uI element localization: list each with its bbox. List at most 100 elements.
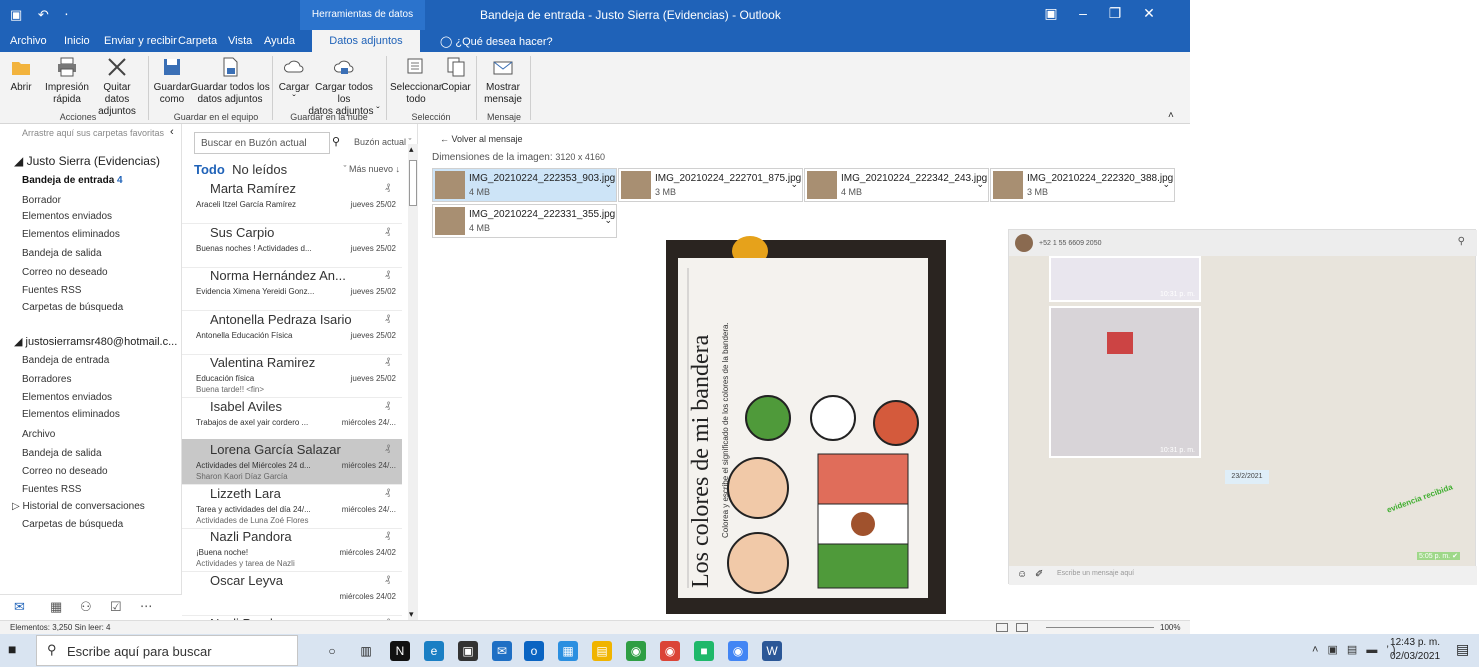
tab-enviar-recibir[interactable]: Enviar y recibir — [104, 35, 177, 47]
mail-icon[interactable]: ✉ — [492, 641, 512, 661]
collapse-ribbon-button[interactable]: ˄ — [1168, 110, 1174, 121]
sidebar-item-a2-historial[interactable]: ▷ Historial de conversaciones — [12, 501, 145, 512]
taskbar-search-input[interactable]: ⚲ Escribe aquí para buscar — [36, 635, 298, 666]
minimize-button[interactable]: – — [1068, 5, 1098, 21]
sidebar-item-rss[interactable]: Fuentes RSS — [22, 285, 81, 296]
tab-inicio[interactable]: Inicio — [64, 35, 90, 47]
filter-todo[interactable]: Todo — [194, 162, 225, 177]
sidebar-item-enviados[interactable]: Elementos enviados — [22, 211, 112, 222]
tab-ayuda[interactable]: Ayuda — [264, 35, 295, 47]
taskbar-clock[interactable]: 12:43 p. m. 02/03/2021 — [1390, 636, 1440, 664]
cortana-icon[interactable]: ○ — [322, 641, 342, 661]
image-message[interactable]: 10:31 p. m. — [1049, 256, 1201, 302]
sidebar-item-a2-inbox[interactable]: Bandeja de entrada — [22, 355, 109, 366]
attachment-item[interactable]: IMG_20210224_222353_903.jpg 4 MB ⌄ — [432, 168, 617, 202]
sidebar-item-a2-busqueda[interactable]: Carpetas de búsqueda — [22, 519, 123, 530]
filter-no-leidos[interactable]: No leídos — [232, 162, 287, 177]
scrollbar-thumb[interactable] — [409, 160, 417, 206]
save-all-attachments-button[interactable]: Guardar todos los datos adjuntos — [190, 56, 270, 106]
remove-attachments-button[interactable]: Quitar datos adjuntos — [90, 56, 144, 118]
sidebar-item-a2-no-deseado[interactable]: Correo no deseado — [22, 466, 108, 477]
upload-all-button[interactable]: Cargar todos los datos adjuntos ˇ — [308, 56, 380, 118]
attach-icon[interactable]: ✐ — [1035, 569, 1043, 580]
message-row[interactable]: Nazli Pandora ₰ ¡Buena noche! miércoles 24/… — [182, 526, 402, 572]
sidebar-item-a2-eliminados[interactable]: Elementos eliminados — [22, 409, 120, 420]
sidebar-item-a2-salida[interactable]: Bandeja de salida — [22, 448, 102, 459]
image-message[interactable]: 10:31 p. m. — [1049, 306, 1201, 458]
green-app-icon[interactable]: ■ — [694, 641, 714, 661]
files-icon[interactable]: ▤ — [592, 641, 612, 661]
chrome-icon[interactable]: ◉ — [626, 641, 646, 661]
message-row[interactable]: Oscar Leyva ₰ miércoles 24/02 — [182, 570, 402, 616]
tab-carpeta[interactable]: Carpeta — [178, 35, 217, 47]
message-row[interactable]: Lizzeth Lara ₰ Tarea y actividades del día… — [182, 483, 402, 529]
upload-button[interactable]: Cargar ˇ — [276, 56, 312, 106]
sidebar-item-no-deseado[interactable]: Correo no deseado — [22, 267, 108, 278]
outlook-icon[interactable]: o — [524, 641, 544, 661]
search-input[interactable]: Buscar en Buzón actual — [194, 132, 330, 154]
sort-dropdown[interactable]: ˇ Más nuevo ↓ — [343, 164, 400, 174]
sidebar-item-a2-enviados[interactable]: Elementos enviados — [22, 392, 112, 403]
attachment-item[interactable]: IMG_20210224_222320_388.jpg 3 MB ⌄ — [990, 168, 1175, 202]
search-scope-dropdown[interactable]: Buzón actual ˇ — [354, 137, 412, 147]
scroll-up-icon[interactable]: ▴ — [409, 144, 414, 155]
maximize-button[interactable]: ❐ — [1100, 5, 1130, 22]
task-view-icon[interactable]: ▥ — [356, 641, 376, 661]
message-row[interactable]: Lorena García Salazar ₰ Actividades del Mi… — [182, 439, 402, 485]
message-row[interactable]: Isabel Aviles ₰ Trabajos de axel yair cord… — [182, 396, 402, 442]
avatar[interactable] — [1015, 234, 1033, 252]
tasks-icon[interactable]: ☑ — [110, 599, 122, 615]
chevron-down-icon[interactable]: ⌄ — [604, 215, 612, 226]
copy-button[interactable]: Copiar — [440, 56, 472, 94]
message-row[interactable]: Norma Hernández An... ₰ Evidencia Ximena Y… — [182, 265, 402, 311]
store-icon[interactable]: ▣ — [458, 641, 478, 661]
people-icon[interactable]: ⚇ — [80, 599, 92, 615]
emoji-icon[interactable]: ☺ — [1017, 569, 1027, 580]
sidebar-item-busqueda[interactable]: Carpetas de búsqueda — [22, 302, 123, 313]
chevron-down-icon[interactable]: ⌄ — [1162, 179, 1170, 190]
netflix-icon[interactable]: N — [390, 641, 410, 661]
tab-archivo[interactable]: Archivo — [10, 35, 47, 47]
close-button[interactable]: ✕ — [1134, 5, 1164, 22]
system-tray-icons[interactable]: ˄ ▣ ▤ ▬ ’) — [1312, 643, 1399, 656]
open-button[interactable]: Abrir — [6, 56, 36, 94]
message-row[interactable]: Valentina Ramirez ₰ Educación física jueves… — [182, 352, 402, 398]
edge-icon[interactable]: e — [424, 641, 444, 661]
chevron-down-icon[interactable]: ⌄ — [976, 179, 984, 190]
sidebar-item-inbox[interactable]: Bandeja de entrada 4 — [22, 175, 123, 186]
word-icon[interactable]: W — [762, 641, 782, 661]
notification-icon[interactable]: ▤ — [1456, 641, 1469, 658]
windows-start-icon[interactable]: ■ — [8, 641, 16, 657]
sidebar-item-borrador[interactable]: Borrador — [22, 195, 61, 206]
attachment-item[interactable]: IMG_20210224_222331_355.jpg 4 MB ⌄ — [432, 204, 617, 238]
sidebar-item-a2-archivo[interactable]: Archivo — [22, 429, 55, 440]
account-hotmail[interactable]: ◢ justosierramsr480@hotmail.c... — [14, 335, 177, 348]
reading-view-icon[interactable] — [1016, 623, 1028, 632]
message-input[interactable]: Escribe un mensaje aquí — [1057, 570, 1134, 577]
ribbon-display-options-icon[interactable]: ▣ — [1036, 5, 1066, 22]
chat-search-icon[interactable]: ⚲ — [1458, 236, 1465, 247]
search-icon[interactable]: ⚲ — [332, 135, 340, 148]
message-row[interactable]: Marta Ramírez ₰ Araceli Itzel García Ramír… — [182, 178, 402, 224]
sidebar-item-eliminados[interactable]: Elementos eliminados — [22, 229, 120, 240]
chrome2-icon[interactable]: ◉ — [660, 641, 680, 661]
quick-print-button[interactable]: Impresión rápida — [44, 56, 90, 106]
message-row[interactable]: Antonella Pedraza Isario ₰ Antonella Educa… — [182, 309, 402, 355]
normal-view-icon[interactable] — [996, 623, 1008, 632]
calendar-icon[interactable]: ▦ — [558, 641, 578, 661]
tell-me-box[interactable]: ◯ ¿Qué desea hacer? — [440, 35, 553, 48]
save-as-button[interactable]: Guardar como — [152, 56, 192, 106]
message-row[interactable]: Sus Carpio ₰ Buenas noches ! Actividades d… — [182, 222, 402, 268]
sidebar-item-a2-rss[interactable]: Fuentes RSS — [22, 484, 81, 495]
sidebar-item-salida[interactable]: Bandeja de salida — [22, 248, 102, 259]
chevron-down-icon[interactable]: ⌄ — [790, 179, 798, 190]
tab-vista[interactable]: Vista — [228, 35, 252, 47]
show-message-button[interactable]: Mostrar mensaje — [480, 56, 526, 106]
chevron-down-icon[interactable]: ⌄ — [604, 179, 612, 190]
scrollbar[interactable]: ▴ ▾ — [408, 144, 418, 620]
sidebar-item-a2-borradores[interactable]: Borradores — [22, 374, 71, 385]
chrome3-icon[interactable]: ◉ — [728, 641, 748, 661]
more-icon[interactable]: ‧‧‧ — [140, 599, 152, 615]
scroll-down-icon[interactable]: ▾ — [409, 609, 414, 620]
quick-access-toolbar[interactable]: ▣ ↶ ‧ — [10, 7, 75, 23]
